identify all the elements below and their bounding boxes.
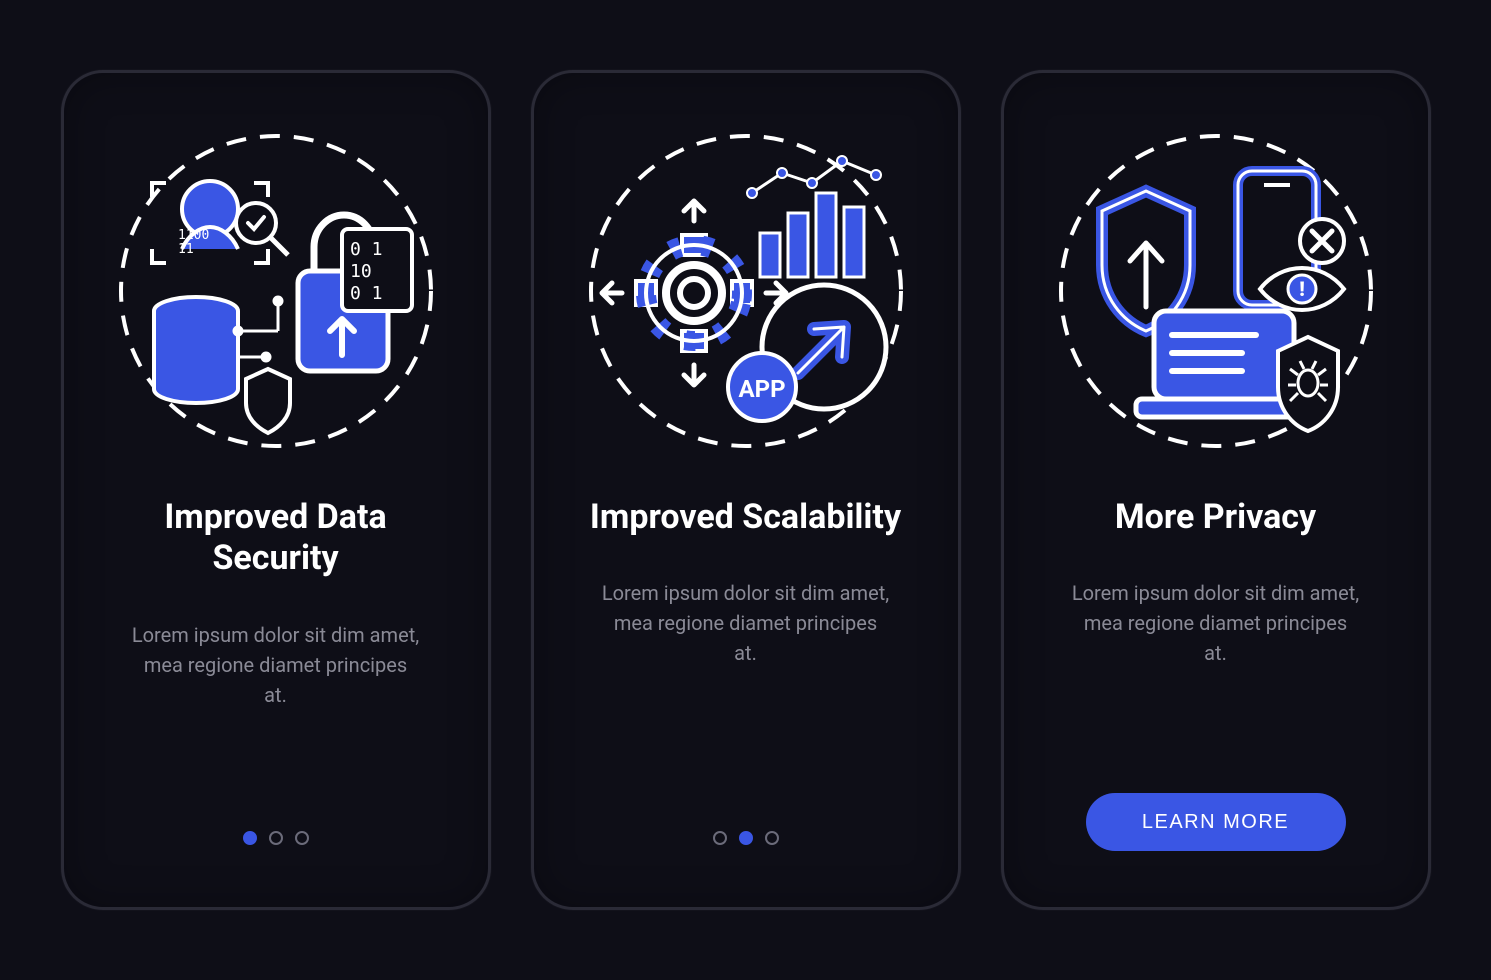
card-title: Improved Scalability [590,497,901,538]
card-title: More Privacy [1115,497,1316,538]
card-body: Lorem ipsum dolor sit dim amet, mea regi… [601,578,891,668]
card-title: Improved Data Security [116,497,436,580]
security-icon: 0 1 10 0 1 1100 11 [106,121,446,461]
svg-text:!: ! [1299,277,1305,301]
svg-text:0 1: 0 1 [350,283,383,304]
page-dot[interactable] [765,831,779,845]
learn-more-button[interactable]: LEARN MORE [1086,793,1346,851]
onboarding-card-security: 0 1 10 0 1 1100 11 [61,70,491,910]
onboarding-card-scalability: APP Improved Scalability Lorem ipsum dol… [531,70,961,910]
privacy-icon: ! [1046,121,1386,461]
card-body: Lorem ipsum dolor sit dim amet, mea regi… [131,620,421,710]
svg-text:10: 10 [350,261,372,282]
svg-text:0 1: 0 1 [350,239,383,260]
page-indicator [713,831,779,845]
page-dot[interactable] [269,831,283,845]
page-dot[interactable] [295,831,309,845]
page-dot[interactable] [739,831,753,845]
page-dot[interactable] [713,831,727,845]
page-indicator [243,831,309,845]
page-dot[interactable] [243,831,257,845]
scalability-icon: APP [576,121,916,461]
card-body: Lorem ipsum dolor sit dim amet, mea regi… [1071,578,1361,668]
onboarding-row: 0 1 10 0 1 1100 11 [61,70,1431,910]
svg-text:11: 11 [178,242,194,257]
onboarding-card-privacy: ! [1001,70,1431,910]
app-badge-text: APP [738,375,785,403]
svg-text:1100: 1100 [178,228,209,243]
